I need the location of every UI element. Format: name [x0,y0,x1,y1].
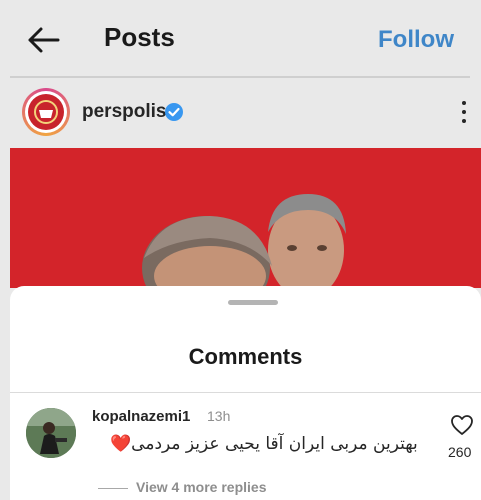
like-count: 260 [448,444,472,460]
top-bar: Posts Follow [0,0,481,78]
follow-button[interactable]: Follow [378,26,454,54]
comment-time: 13h [207,408,231,424]
header-divider [10,76,470,78]
club-logo-icon [28,94,64,130]
comment-text: بهترین مربی ایران آقا یحیی عزیز مردمی❤️ [110,432,430,456]
comment-item: kopalnazemi1 13h بهترین مربی ایران آقا ی… [10,404,481,500]
comments-title: Comments [188,344,303,369]
drag-handle[interactable] [228,300,278,305]
verified-badge-icon [165,103,183,121]
post-avatar[interactable] [22,88,70,136]
page-title: Posts [104,22,175,52]
back-arrow-icon[interactable] [26,26,60,54]
post-username[interactable]: perspolis [82,101,166,123]
comments-sheet: Comments kopalnazemi1 13h بهترین مربی ای… [10,286,481,500]
comments-divider [10,392,481,393]
view-replies-label: View 4 more replies [136,479,267,495]
comment-body: بهترین مربی ایران آقا یحیی عزیز مردمی [131,434,418,454]
post-header: perspolis [0,84,481,144]
heart-emoji: ❤️ [110,434,132,454]
replies-line [98,488,128,489]
more-options-icon[interactable] [460,98,468,126]
heart-icon[interactable] [450,414,474,436]
comment-username[interactable]: kopalnazemi1 [92,408,190,425]
post-image[interactable] [10,148,481,288]
commenter-avatar[interactable] [26,408,76,458]
